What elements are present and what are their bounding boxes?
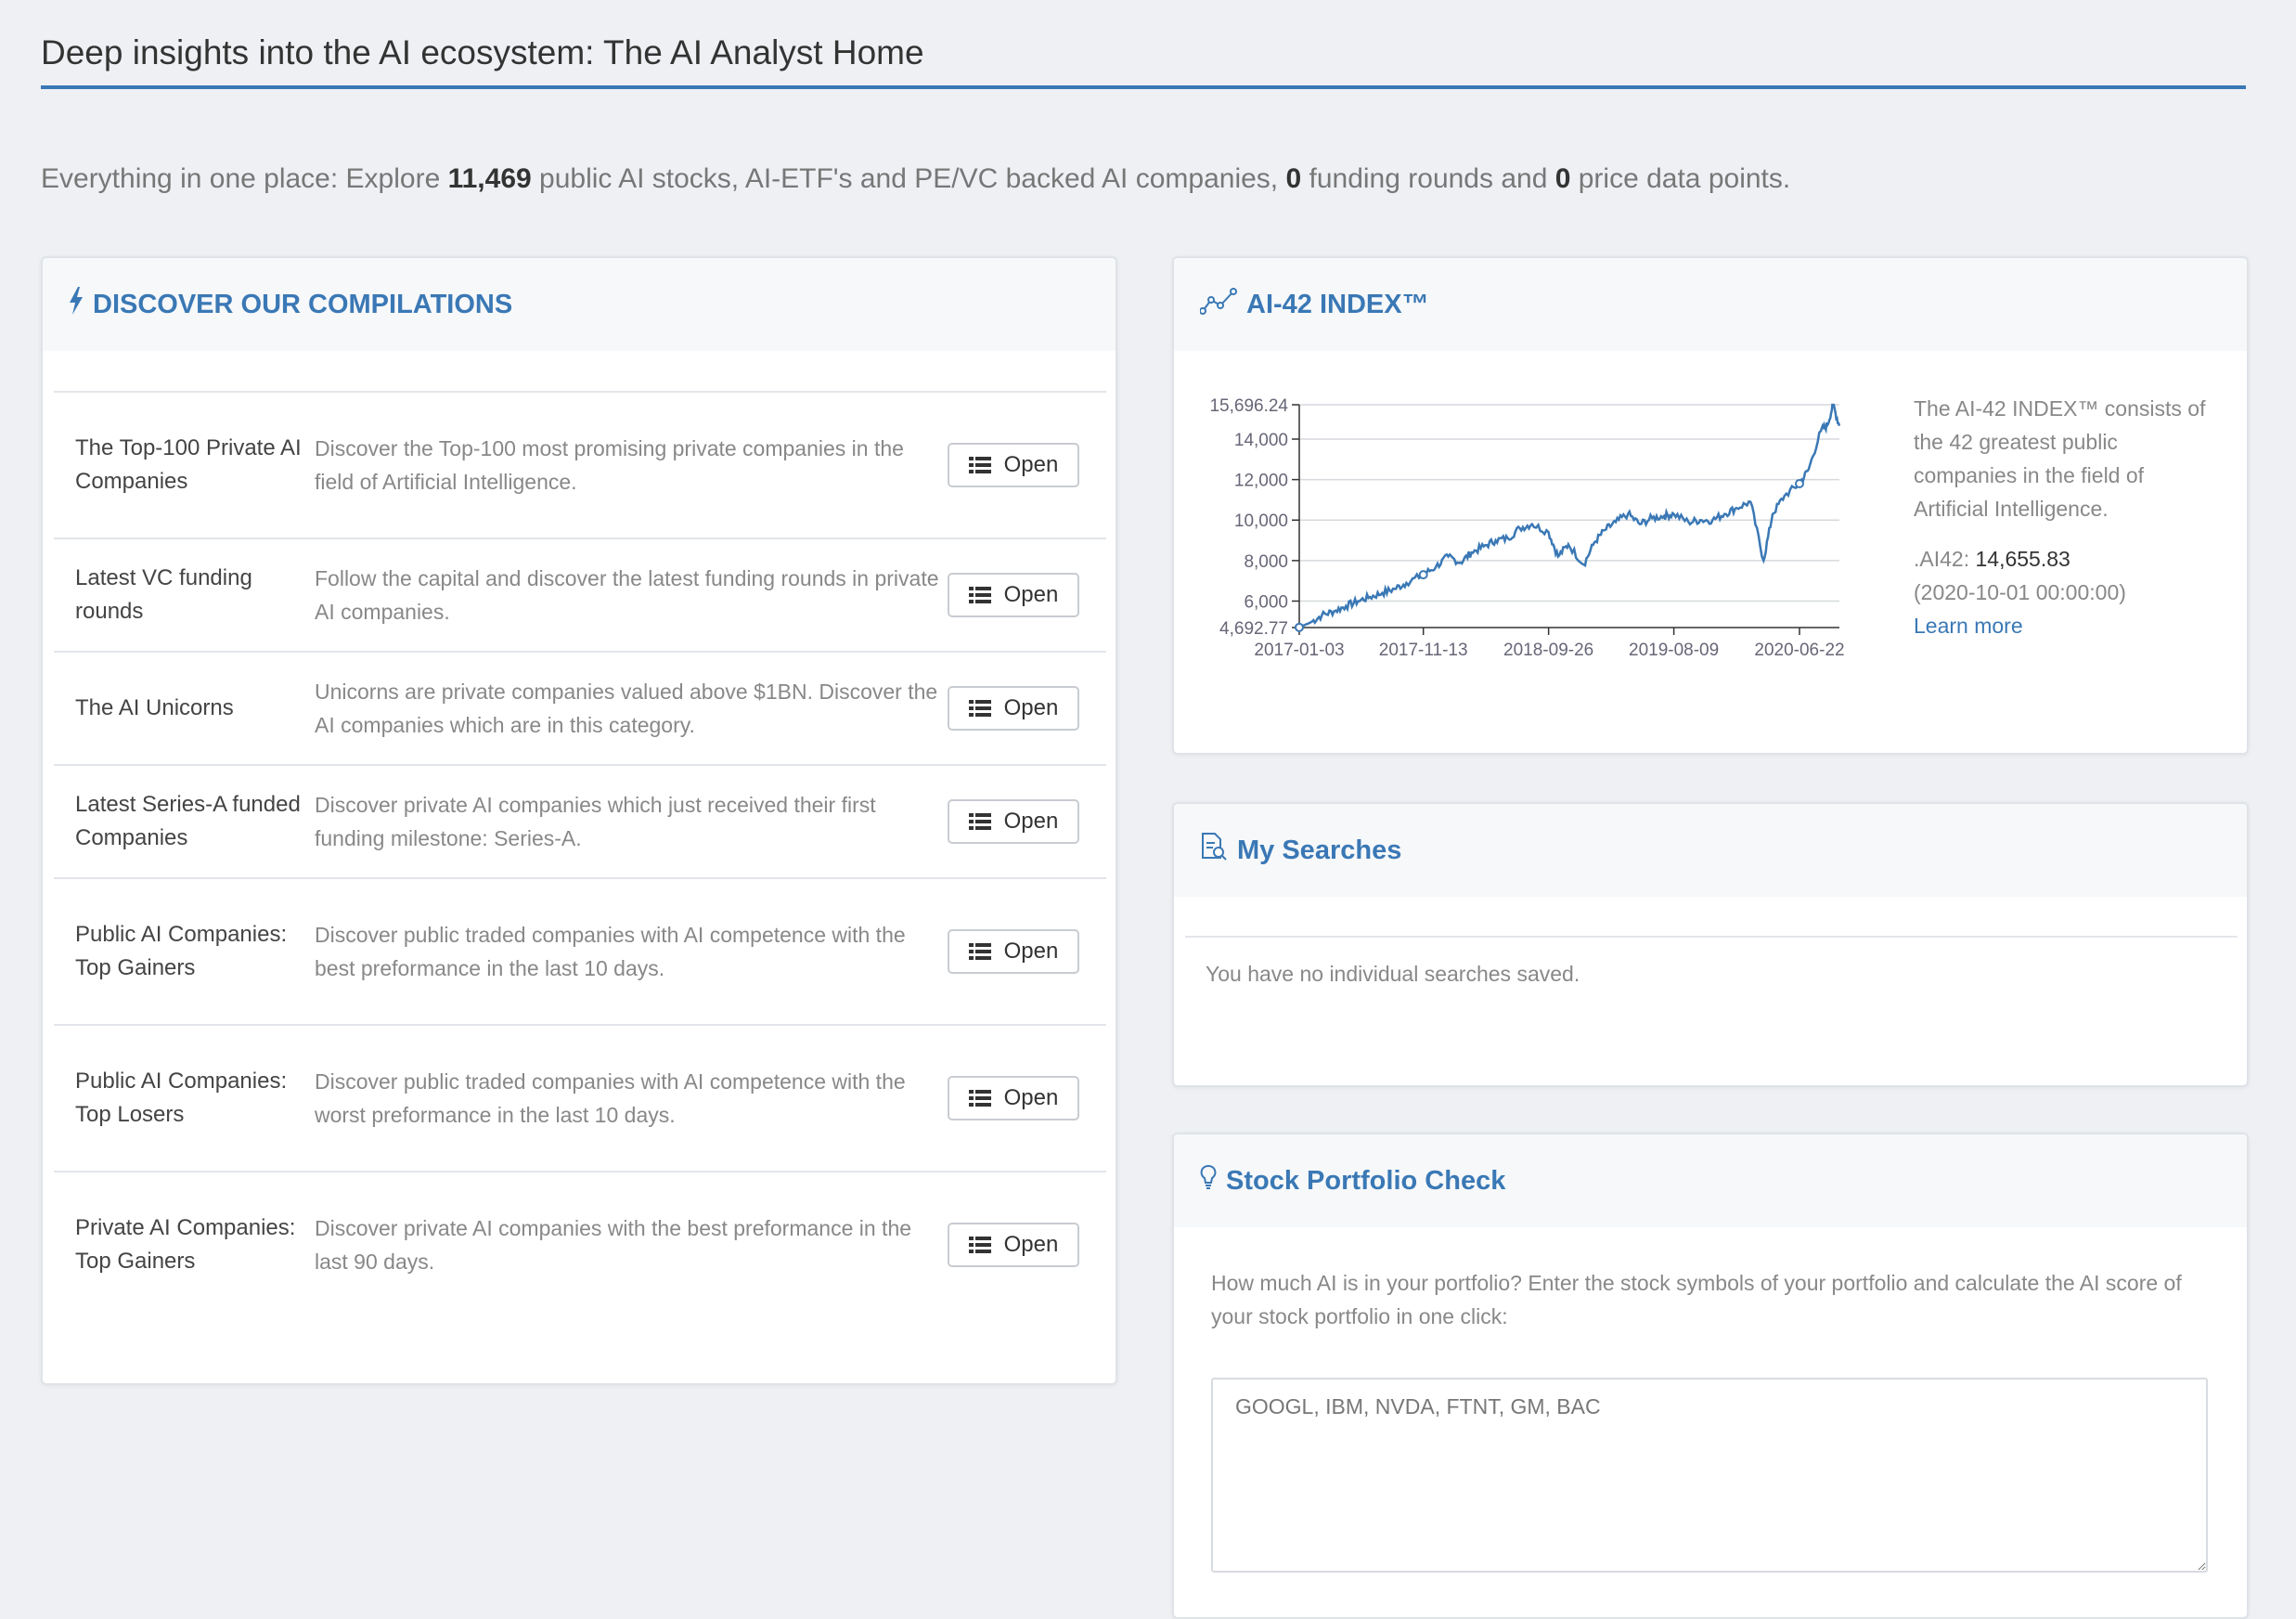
list-icon: [968, 700, 991, 717]
list-icon: [968, 813, 991, 830]
chart-x-tick-label: 2018-09-26: [1503, 641, 1593, 660]
list-icon: [968, 1090, 991, 1107]
open-button-label: Open: [1003, 809, 1059, 834]
index-value-line: .AI42: 14,655.83: [1914, 542, 2220, 576]
chart-point: [1418, 570, 1428, 580]
index-description: The AI-42 INDEX™ consists of the 42 grea…: [1914, 396, 2206, 521]
compilation-row: The AI Unicorns Unicorns are private comp…: [54, 651, 1106, 764]
open-button-label: Open: [1003, 695, 1059, 720]
chart-x-tick-label: 2019-08-09: [1629, 641, 1719, 660]
learn-more-link[interactable]: Learn more: [1914, 609, 2220, 642]
compilation-description: Follow the capital and discover the late…: [315, 566, 939, 624]
document-search-icon: [1200, 832, 1237, 869]
chart-y-tick-label: 4,692.77: [1219, 619, 1288, 639]
index-value: 14,655.83: [1975, 547, 2070, 571]
compilation-name: Public AI Companies: Top Losers: [75, 1069, 288, 1127]
open-button[interactable]: Open: [948, 1223, 1079, 1267]
chart-y-tick-label: 6,000: [1244, 592, 1288, 612]
compilation-description: Unicorns are private companies valued ab…: [315, 680, 938, 737]
index-symbol: .AI42:: [1914, 547, 1976, 571]
compilation-description: Discover private AI companies with the b…: [315, 1216, 912, 1274]
open-button[interactable]: Open: [948, 686, 1079, 731]
compilation-description: Discover public traded companies with AI…: [315, 923, 906, 980]
chart-point: [1794, 478, 1804, 488]
compilation-row: Public AI Companies: Top Losers Discover …: [54, 1024, 1106, 1171]
index-header: AI-42 INDEX™: [1174, 258, 2247, 351]
portfolio-header: Stock Portfolio Check: [1174, 1134, 2247, 1227]
index-title: AI-42 INDEX™: [1246, 289, 1429, 319]
chart-point: [1295, 622, 1304, 632]
chart-x-tick-label: 2017-11-13: [1379, 641, 1468, 660]
page-title: Deep insights into the AI ecosystem: The…: [41, 33, 2246, 89]
intro-prefix: Everything in one place: Explore: [41, 163, 448, 194]
chart-series-line: [1298, 403, 1841, 628]
open-button-label: Open: [1003, 582, 1059, 607]
compilation-name: Latest VC funding rounds: [75, 565, 252, 624]
open-button-label: Open: [1003, 1232, 1059, 1257]
compilations-title: DISCOVER OUR COMPILATIONS: [93, 289, 513, 319]
index-timestamp: (2020-10-01 00:00:00): [1914, 580, 2126, 604]
portfolio-description: How much AI is in your portfolio? Enter …: [1211, 1271, 2182, 1328]
open-button[interactable]: Open: [948, 799, 1079, 844]
compilation-name: Public AI Companies: Top Gainers: [75, 922, 288, 980]
intro-suffix: price data points.: [1570, 163, 1791, 194]
chart-y-tick-label: 12,000: [1234, 472, 1288, 491]
index-info: The AI-42 INDEX™ consists of the 42 grea…: [1914, 392, 2220, 642]
chart-y-tick-label: 8,000: [1244, 552, 1288, 572]
searches-divider: [1185, 936, 2238, 938]
compilations-table: The Top-100 Private AI Companies Discover…: [54, 391, 1106, 1317]
intro-text: Everything in one place: Explore 11,469 …: [41, 163, 1790, 195]
compilation-row: Latest VC funding rounds Follow the capit…: [54, 538, 1106, 651]
open-button-label: Open: [1003, 1085, 1059, 1110]
portfolio-panel: Stock Portfolio Check How much AI is in …: [1172, 1133, 2249, 1619]
open-button[interactable]: Open: [948, 443, 1079, 487]
chart-x-tick-label: 2017-01-03: [1254, 641, 1344, 660]
searches-title: My Searches: [1237, 835, 1402, 865]
bolt-icon: [69, 287, 93, 322]
open-button-label: Open: [1003, 452, 1059, 477]
compilation-row: The Top-100 Private AI Companies Discover…: [54, 391, 1106, 538]
compilations-panel: DISCOVER OUR COMPILATIONS The Top-100 Pr…: [41, 256, 1117, 1385]
funding-count: 0: [1285, 163, 1302, 194]
compilation-name: The AI Unicorns: [75, 695, 234, 720]
stocks-count: 11,469: [447, 163, 532, 194]
searches-panel: My Searches You have no individual searc…: [1172, 802, 2249, 1087]
compilation-description: Discover public traded companies with AI…: [315, 1069, 906, 1127]
index-chart[interactable]: 15,696.24 14,000 12,000 10,000 8,000 6,000 4,6…: [1174, 388, 1861, 685]
open-button[interactable]: Open: [948, 573, 1079, 617]
compilation-name: Private AI Companies: Top Gainers: [75, 1215, 296, 1274]
portfolio-title: Stock Portfolio Check: [1226, 1165, 1506, 1196]
intro-middle2: funding rounds and: [1301, 163, 1555, 194]
chart-x-tick-label: 2020-06-22: [1754, 641, 1844, 660]
open-button[interactable]: Open: [948, 1076, 1079, 1120]
chart-y-tick-label: 10,000: [1234, 512, 1288, 531]
chart-y-tick-label: 15,696.24: [1209, 396, 1288, 416]
list-icon: [968, 457, 991, 473]
searches-header: My Searches: [1174, 804, 2247, 897]
list-icon: [968, 587, 991, 603]
list-icon: [968, 1237, 991, 1253]
compilation-row: Public AI Companies: Top Gainers Discover…: [54, 877, 1106, 1024]
compilation-description: Discover the Top-100 most promising priv…: [315, 436, 904, 494]
compilation-row: Private AI Companies: Top Gainers Discove…: [54, 1171, 1106, 1317]
searches-empty-message: You have no individual searches saved.: [1206, 962, 1580, 986]
compilations-header: DISCOVER OUR COMPILATIONS: [43, 258, 1116, 351]
line-chart-icon: [1199, 287, 1246, 322]
compilation-name: Latest Series-A funded Companies: [75, 792, 301, 850]
chart-y-tick-label: 14,000: [1234, 431, 1288, 450]
price-count: 0: [1554, 163, 1571, 194]
compilation-name: The Top-100 Private AI Companies: [75, 435, 302, 494]
intro-middle: public AI stocks, AI-ETF's and PE/VC bac…: [531, 163, 1286, 194]
compilation-row: Latest Series-A funded Companies Discover…: [54, 764, 1106, 877]
list-icon: [968, 943, 991, 960]
portfolio-symbols-input[interactable]: GOOGL, IBM, NVDA, FTNT, GM, BAC: [1211, 1378, 2208, 1573]
open-button[interactable]: Open: [948, 929, 1079, 974]
compilation-description: Discover private AI companies which just…: [315, 793, 876, 850]
open-button-label: Open: [1003, 939, 1059, 964]
lightbulb-icon: [1200, 1163, 1226, 1198]
index-panel: AI-42 INDEX™ 15,696.24 14,000 12,000 10,000…: [1172, 256, 2249, 755]
